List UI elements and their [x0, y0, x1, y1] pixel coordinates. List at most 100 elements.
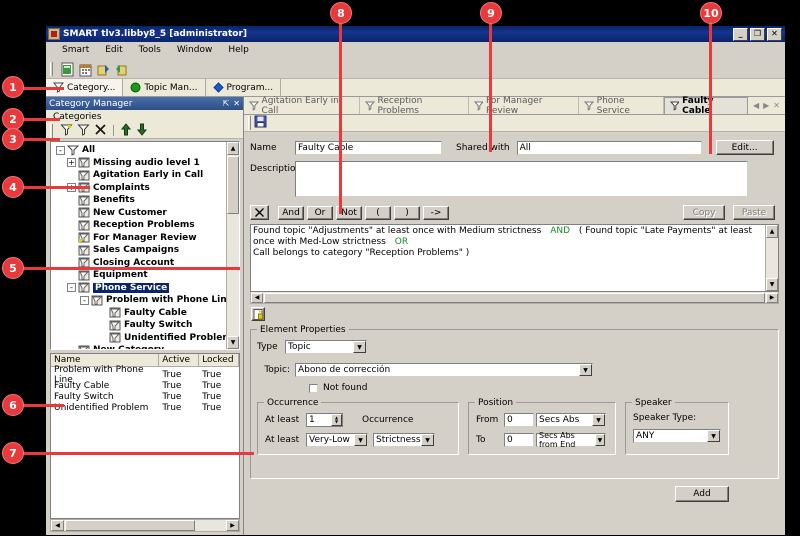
list-item[interactable]: Unidentified Problem True True	[51, 402, 239, 413]
strictness-label-select[interactable]: Strictness ▼	[373, 433, 435, 447]
scroll-track[interactable]	[227, 214, 239, 336]
expander-icon[interactable]: +	[67, 158, 76, 168]
menu-item-smart[interactable]: Smart	[54, 43, 97, 57]
type-select[interactable]: Topic ▼	[285, 340, 367, 354]
menu-item-window[interactable]: Window	[169, 43, 221, 57]
scroll-left-icon[interactable]: ◀	[251, 292, 263, 303]
scroll-down-icon[interactable]: ▼	[766, 278, 778, 291]
strictness-select[interactable]: Very-Low ▼	[306, 433, 368, 447]
filter-icon[interactable]	[60, 123, 73, 139]
calendar-icon[interactable]	[77, 61, 92, 77]
menu-item-edit[interactable]: Edit	[97, 43, 130, 57]
tree-node-phone-service[interactable]: - Phone Service	[54, 282, 226, 295]
edit-button[interactable]: Edit...	[715, 140, 774, 155]
tab-reception-problems[interactable]: Reception Problems	[360, 96, 469, 116]
add-button[interactable]: Add	[675, 486, 729, 502]
paste-button[interactable]: Paste	[733, 205, 775, 220]
tree-node-benefits[interactable]: Benefits	[54, 194, 226, 207]
tab-next-icon[interactable]: ▶	[763, 101, 769, 110]
chevron-down-icon[interactable]: ▼	[594, 434, 605, 446]
list-horizontal-scrollbar[interactable]: ◀ ▶	[50, 519, 240, 532]
expander-icon[interactable]: -	[80, 295, 89, 305]
chevron-down-icon[interactable]: ▼	[354, 434, 367, 446]
close-icon[interactable]: ✕	[233, 99, 240, 108]
expander-icon[interactable]: -	[67, 283, 76, 293]
x-delete-icon[interactable]	[250, 205, 269, 220]
tree-node-unidentified-problem[interactable]: Unidentified Problem	[54, 332, 226, 345]
save-icon[interactable]	[254, 115, 267, 131]
delete-icon[interactable]	[94, 123, 107, 139]
move-down-icon[interactable]	[136, 123, 148, 139]
category-toolbar-grip[interactable]	[50, 123, 53, 138]
not-found-row[interactable]: Not found	[309, 383, 772, 393]
tree-node-faulty-cable[interactable]: Faulty Cable	[54, 307, 226, 320]
tab-faulty-cable[interactable]: Faulty Cable	[663, 96, 748, 116]
scroll-up-icon[interactable]: ▲	[227, 142, 239, 155]
tree-vertical-scrollbar[interactable]: ▲ ▼	[226, 142, 239, 349]
name-input[interactable]: Faulty Cable	[295, 140, 442, 155]
menu-item-help[interactable]: Help	[220, 43, 257, 57]
tab-close-icon[interactable]: ✕	[773, 101, 780, 110]
category-tree[interactable]: - All + Missing audio level 1 Agitation …	[50, 141, 240, 350]
operator-close-paren-button[interactable]: )	[394, 205, 420, 220]
topic-select[interactable]: Abono de corrección ▼	[295, 363, 593, 377]
new-document-icon[interactable]	[59, 61, 74, 77]
scroll-left-icon[interactable]: ◀	[51, 520, 64, 531]
import-icon[interactable]	[95, 61, 110, 76]
chevron-down-icon[interactable]: ▼	[421, 434, 434, 446]
expression-editor[interactable]: Found topic "Adjustments" at least once …	[250, 224, 779, 292]
operator-and-button[interactable]: And	[278, 205, 304, 220]
shared-with-input[interactable]: All	[516, 140, 702, 155]
tree-node-reception-problems[interactable]: Reception Problems	[54, 219, 226, 232]
from-input[interactable]: 0	[504, 413, 534, 427]
list-item[interactable]: Faulty Switch True True	[51, 391, 239, 402]
maximize-button[interactable]: ❐	[750, 27, 765, 41]
list-item[interactable]: Faulty Cable True True	[51, 380, 239, 391]
description-input[interactable]	[295, 161, 748, 197]
module-tab-program[interactable]: Program...	[205, 79, 282, 96]
expression-vertical-scrollbar[interactable]: ▲ ▼	[765, 225, 778, 291]
scroll-right-icon[interactable]: ▶	[226, 520, 239, 531]
chevron-down-icon[interactable]: ▼	[592, 414, 605, 426]
speaker-type-select[interactable]: ANY ▼	[633, 429, 721, 443]
subcategory-list[interactable]: Name Active Locked Problem with Phone Li…	[50, 353, 240, 519]
tree-node-for-manager-review[interactable]: For Manager Review	[54, 232, 226, 245]
menu-item-tools[interactable]: Tools	[131, 43, 169, 57]
chevron-down-icon[interactable]: ▼	[353, 341, 366, 353]
scroll-thumb[interactable]	[227, 156, 239, 214]
move-up-icon[interactable]	[120, 122, 132, 139]
tab-for-manager-review[interactable]: For Manager Review	[469, 96, 580, 116]
tab-prev-icon[interactable]: ◀	[753, 101, 759, 110]
chevron-down-icon[interactable]: ▼	[707, 430, 720, 442]
toolbar-grip[interactable]	[50, 61, 53, 76]
to-unit-select[interactable]: Secs Abs from End ▼	[536, 431, 606, 449]
scroll-thumb[interactable]	[65, 520, 195, 531]
minimize-button[interactable]: _	[733, 27, 748, 41]
column-header-locked[interactable]: Locked	[199, 354, 239, 366]
filter-clear-icon[interactable]	[77, 123, 90, 139]
scroll-thumb[interactable]	[264, 292, 765, 303]
tree-node-agitation-early-in-call[interactable]: Agitation Early in Call	[54, 169, 226, 182]
operator-open-paren-button[interactable]: (	[365, 205, 391, 220]
export-icon[interactable]	[113, 61, 128, 76]
tree-node-new-customer[interactable]: New Customer	[54, 207, 226, 220]
editor-toolbar-grip[interactable]	[248, 116, 251, 130]
tab-agitation-early-in-call[interactable]: Agitation Early in Call	[244, 96, 360, 116]
close-button[interactable]: ✕	[767, 27, 782, 41]
scroll-track[interactable]	[766, 238, 778, 278]
chevron-down-icon[interactable]: ▼	[579, 364, 592, 376]
tree-node-new-category[interactable]: New Category	[54, 344, 226, 349]
tree-node-equipment[interactable]: Equipment	[54, 269, 226, 282]
list-item[interactable]: Problem with Phone Line True True	[51, 365, 239, 385]
operator-or-button[interactable]: Or	[307, 205, 333, 220]
from-unit-select[interactable]: Secs Abs ▼	[536, 413, 606, 427]
operator-arrow-button[interactable]: ->	[423, 205, 449, 220]
tree-node-all[interactable]: - All	[54, 144, 226, 157]
column-header-active[interactable]: Active	[159, 354, 200, 366]
to-input[interactable]: 0	[504, 433, 534, 447]
scroll-right-icon[interactable]: ▶	[766, 292, 778, 303]
expression-horizontal-scrollbar[interactable]: ◀ ▶	[250, 292, 779, 304]
tree-node-faulty-switch[interactable]: Faulty Switch	[54, 319, 226, 332]
tree-node-sales-campaigns[interactable]: Sales Campaigns	[54, 244, 226, 257]
occurrence-count-stepper[interactable]: 1 ▲ ▼	[306, 413, 343, 427]
